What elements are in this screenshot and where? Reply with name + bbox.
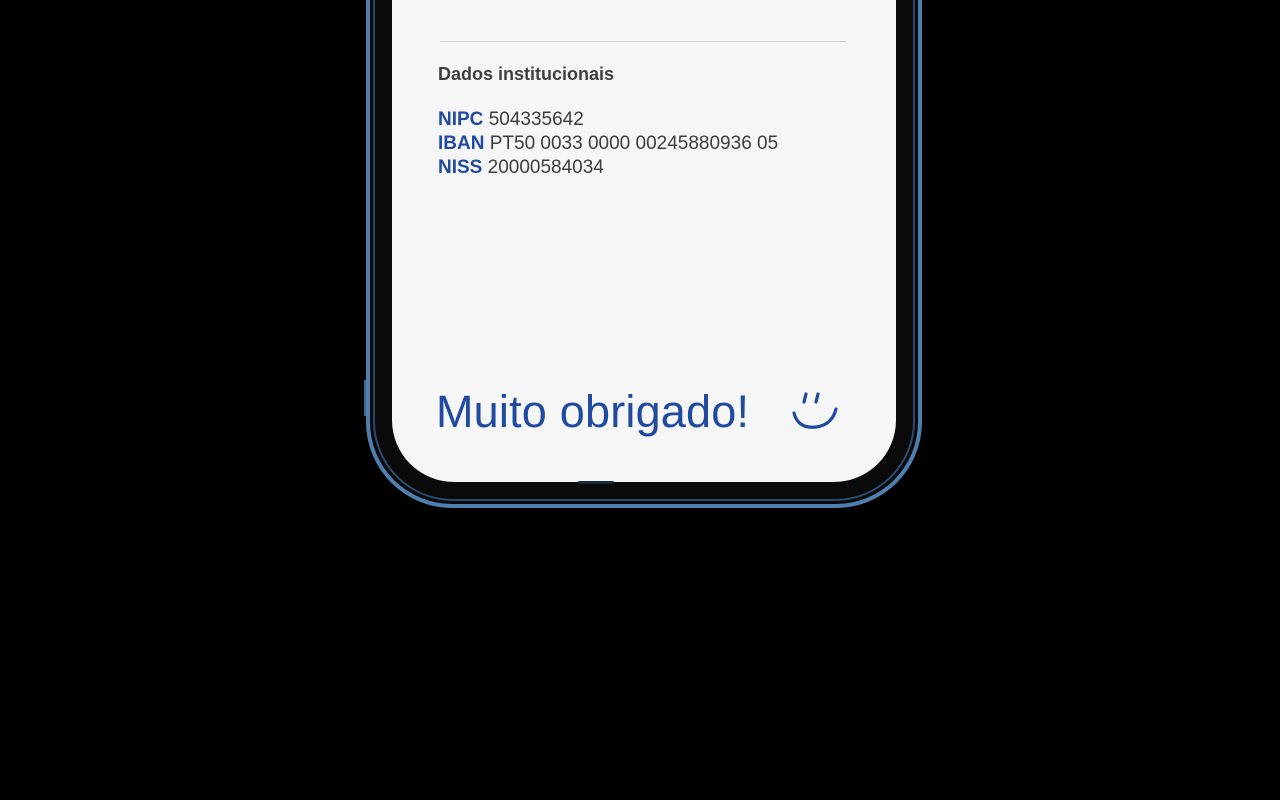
phone-screen: Dados institucionais NIPC 504335642 IBAN… (392, 0, 896, 482)
info-label: NISS (438, 157, 483, 178)
info-row-iban: IBAN PT50 0033 0000 00245880936 05 (438, 132, 778, 156)
info-row-niss: NISS 20000584034 (438, 156, 778, 180)
home-indicator (578, 481, 614, 484)
section-title: Dados institucionais (438, 64, 615, 84)
info-value: PT50 0033 0000 00245880936 05 (489, 133, 779, 154)
divider (440, 41, 846, 42)
stage: Dados institucionais NIPC 504335642 IBAN… (0, 0, 1280, 800)
smile-icon (792, 392, 838, 429)
info-value: 20000584034 (487, 157, 604, 178)
info-row-nipc: NIPC 504335642 (438, 108, 778, 132)
info-label: NIPC (438, 109, 484, 130)
info-list: NIPC 504335642 IBAN PT50 0033 0000 00245… (438, 108, 778, 180)
info-value: 504335642 (488, 109, 584, 130)
thank-you-message: Muito obrigado! (436, 386, 750, 437)
info-label: IBAN (438, 133, 485, 154)
